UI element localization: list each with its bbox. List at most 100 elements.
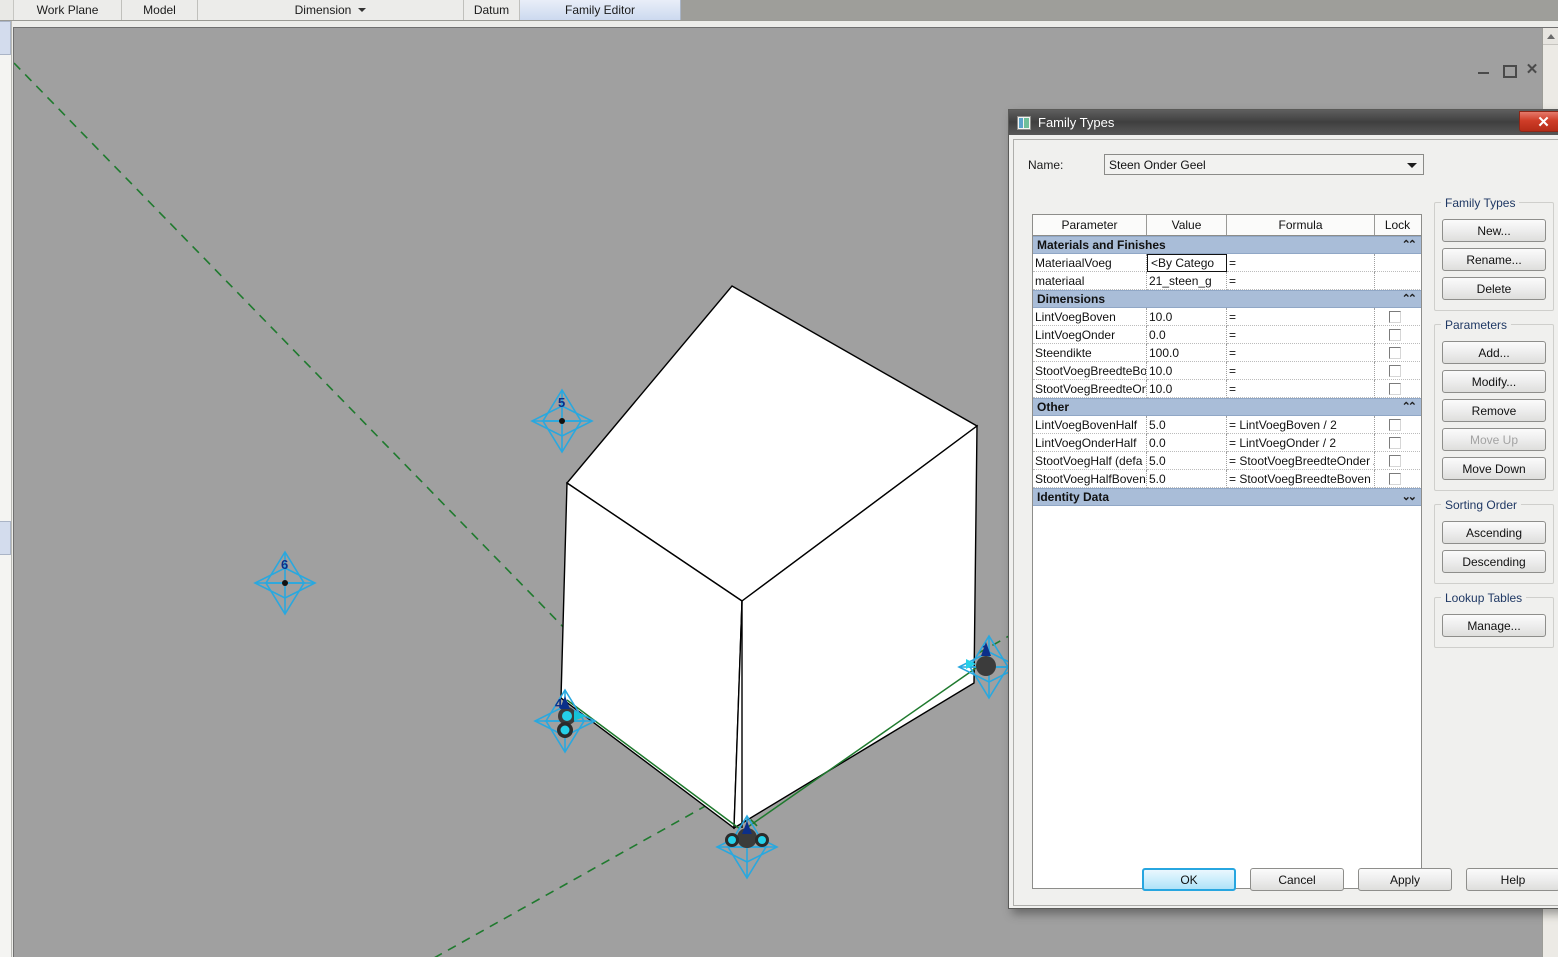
parameter-name-cell[interactable]: materiaal (1033, 272, 1147, 290)
help-button[interactable]: Help (1466, 868, 1558, 891)
parameter-group-header[interactable]: Materials and Finishes ⌃⌃ (1033, 236, 1421, 254)
parameter-row[interactable]: MateriaalVoeg <By Catego = (1033, 254, 1421, 272)
parameter-name-cell[interactable]: LintVoegOnderHalf (1033, 434, 1147, 452)
parameter-lock-cell[interactable] (1375, 416, 1420, 434)
parameter-lock-cell[interactable] (1375, 326, 1420, 344)
lock-checkbox[interactable] (1389, 310, 1401, 323)
parameter-lock-cell[interactable] (1375, 362, 1420, 380)
cancel-button[interactable]: Cancel (1250, 868, 1344, 891)
minimize-icon[interactable] (1477, 63, 1491, 77)
parameter-group-header[interactable]: Identity Data ⌄⌄ (1033, 488, 1421, 506)
lock-checkbox[interactable] (1389, 418, 1401, 431)
parameter-name-cell[interactable]: LintVoegBoven (1033, 308, 1147, 326)
lock-checkbox[interactable] (1389, 328, 1401, 341)
parameter-name-cell[interactable]: StootVoegHalfBoven (1033, 470, 1147, 488)
parameters-table[interactable]: Parameter Value Formula Lock Materials a… (1032, 214, 1422, 889)
parameter-value-cell[interactable]: 21_steen_g (1147, 272, 1227, 290)
parameter-value-cell[interactable]: <By Catego (1147, 254, 1227, 272)
parameter-row[interactable]: Steendikte 100.0 = (1033, 344, 1421, 362)
parameter-row[interactable]: StootVoegHalf (defa 5.0 = StootVoegBreedte… (1033, 452, 1421, 470)
new-button[interactable]: New... (1442, 219, 1546, 242)
ribbon-panel-family-editor[interactable]: Family Editor (520, 0, 681, 20)
parameter-formula-cell[interactable]: = (1227, 344, 1375, 362)
parameter-formula-cell[interactable]: = StootVoegBreedteBoven / (1227, 470, 1375, 488)
lock-checkbox[interactable] (1389, 382, 1401, 395)
parameter-value-cell[interactable]: 5.0 (1147, 470, 1227, 488)
restore-icon[interactable] (1501, 63, 1517, 78)
parameter-name-cell[interactable]: Steendikte (1033, 344, 1147, 362)
parameter-formula-cell[interactable]: = LintVoegBoven / 2 (1227, 416, 1375, 434)
lock-checkbox[interactable] (1389, 454, 1401, 467)
parameter-value-cell[interactable]: 5.0 (1147, 452, 1227, 470)
chevron-up-icon[interactable]: ⌃⌃ (1402, 401, 1418, 414)
chevron-up-icon[interactable]: ⌃⌃ (1402, 239, 1418, 252)
parameter-row[interactable]: LintVoegBovenHalf 5.0 = LintVoegBoven / 2 (1033, 416, 1421, 434)
lock-checkbox[interactable] (1389, 364, 1401, 377)
parameter-name-cell[interactable]: MateriaalVoeg (1033, 254, 1147, 272)
parameter-formula-cell[interactable]: = LintVoegOnder / 2 (1227, 434, 1375, 452)
parameter-lock-cell[interactable] (1375, 254, 1420, 272)
parameter-row[interactable]: StootVoegBreedteBo 10.0 = (1033, 362, 1421, 380)
parameter-lock-cell[interactable] (1375, 272, 1420, 290)
parameter-formula-cell[interactable]: = (1227, 308, 1375, 326)
left-panel-tab-top[interactable] (0, 21, 11, 55)
parameter-lock-cell[interactable] (1375, 434, 1420, 452)
parameter-name-cell[interactable]: LintVoegBovenHalf (1033, 416, 1147, 434)
manage-button[interactable]: Manage... (1442, 614, 1546, 637)
parameter-value-cell[interactable]: 5.0 (1147, 416, 1227, 434)
ribbon-panel-model[interactable]: Model (122, 0, 198, 20)
parameter-name-cell[interactable]: LintVoegOnder (1033, 326, 1147, 344)
parameter-lock-cell[interactable] (1375, 308, 1420, 326)
parameter-group-header[interactable]: Dimensions ⌃⌃ (1033, 290, 1421, 308)
parameter-row[interactable]: materiaal 21_steen_g = (1033, 272, 1421, 290)
parameter-formula-cell[interactable]: = (1227, 380, 1375, 398)
parameter-lock-cell[interactable] (1375, 452, 1420, 470)
ribbon-panel-work-plane[interactable]: Work Plane (14, 0, 122, 20)
parameter-name-cell[interactable]: StootVoegBreedteOn (1033, 380, 1147, 398)
parameter-name-cell[interactable]: StootVoegBreedteBo (1033, 362, 1147, 380)
lock-checkbox[interactable] (1389, 436, 1401, 449)
parameter-row[interactable]: StootVoegHalfBoven 5.0 = StootVoegBreedteB… (1033, 470, 1421, 488)
scroll-up-arrow-icon[interactable] (1543, 28, 1558, 45)
rename-button[interactable]: Rename... (1442, 248, 1546, 271)
parameter-value-cell[interactable]: 10.0 (1147, 308, 1227, 326)
parameter-row[interactable]: LintVoegBoven 10.0 = (1033, 308, 1421, 326)
delete-button[interactable]: Delete (1442, 277, 1546, 300)
close-icon[interactable]: ✕ (1525, 62, 1539, 77)
parameter-group-header[interactable]: Other ⌃⌃ (1033, 398, 1421, 416)
add-button[interactable]: Add... (1442, 341, 1546, 364)
lock-checkbox[interactable] (1389, 472, 1401, 485)
parameter-value-cell[interactable]: 10.0 (1147, 362, 1227, 380)
parameter-row[interactable]: LintVoegOnder 0.0 = (1033, 326, 1421, 344)
parameter-lock-cell[interactable] (1375, 470, 1420, 488)
ribbon-panel-datum[interactable]: Datum (464, 0, 520, 20)
descending-button[interactable]: Descending (1442, 550, 1546, 573)
ribbon-panel-dimension[interactable]: Dimension (198, 0, 464, 20)
parameter-row[interactable]: StootVoegBreedteOn 10.0 = (1033, 380, 1421, 398)
apply-button[interactable]: Apply (1358, 868, 1452, 891)
parameter-value-cell[interactable]: 0.0 (1147, 326, 1227, 344)
parameter-value-cell[interactable]: 100.0 (1147, 344, 1227, 362)
chevron-up-icon[interactable]: ⌃⌃ (1402, 293, 1418, 306)
left-panel-tab-bottom[interactable] (0, 521, 11, 555)
parameter-value-cell[interactable]: 0.0 (1147, 434, 1227, 452)
parameter-value-cell[interactable]: 10.0 (1147, 380, 1227, 398)
move-down-button[interactable]: Move Down (1442, 457, 1546, 480)
parameter-formula-cell[interactable]: = (1227, 254, 1375, 272)
modify-button[interactable]: Modify... (1442, 370, 1546, 393)
parameter-formula-cell[interactable]: = (1227, 326, 1375, 344)
ascending-button[interactable]: Ascending (1442, 521, 1546, 544)
ok-button[interactable]: OK (1142, 868, 1236, 891)
dialog-title-bar[interactable]: Family Types ✕ (1009, 110, 1558, 135)
parameter-row[interactable]: LintVoegOnderHalf 0.0 = LintVoegOnder / 2 (1033, 434, 1421, 452)
parameter-lock-cell[interactable] (1375, 380, 1420, 398)
dialog-close-button[interactable]: ✕ (1519, 111, 1558, 132)
remove-button[interactable]: Remove (1442, 399, 1546, 422)
parameter-formula-cell[interactable]: = (1227, 362, 1375, 380)
parameter-lock-cell[interactable] (1375, 344, 1420, 362)
lock-checkbox[interactable] (1389, 346, 1401, 359)
chevron-down-icon[interactable]: ⌄⌄ (1402, 491, 1418, 504)
chevron-down-icon[interactable] (358, 8, 367, 12)
family-type-name-combobox[interactable]: Steen Onder Geel (1104, 154, 1424, 175)
parameter-formula-cell[interactable]: = StootVoegBreedteOnder / (1227, 452, 1375, 470)
